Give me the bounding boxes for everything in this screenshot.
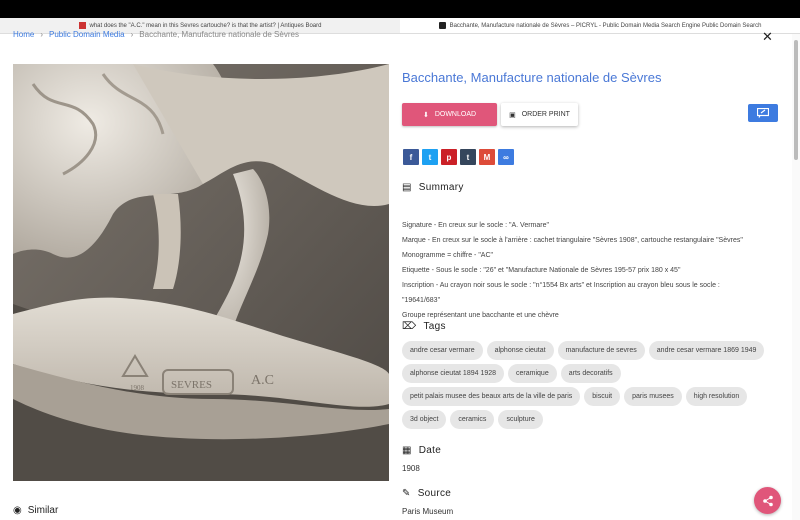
page-title: Bacchante, Manufacture nationale de Sèvr…	[402, 70, 662, 85]
share-buttons: f t p t M ∞	[403, 149, 514, 165]
breadcrumb-category-link[interactable]: Public Domain Media	[49, 30, 125, 39]
breadcrumb-current: Bacchante, Manufacture nationale de Sèvr…	[139, 30, 299, 39]
source-heading: ✎ Source	[402, 488, 451, 499]
ac-monogram-text: A.C	[251, 373, 274, 388]
tag-chip[interactable]: petit palais musee des beaux arts de la …	[402, 387, 581, 406]
tag-list: andre cesar vermare alphonse cieutat man…	[402, 341, 782, 429]
tag-chip[interactable]: ceramics	[450, 410, 495, 429]
tags-heading: ⌦ Tags	[402, 321, 446, 332]
sevres-stamp-year: 1908	[130, 384, 145, 392]
date-heading-text: Date	[418, 445, 442, 456]
picryl-favicon-icon	[438, 22, 446, 29]
order-print-button[interactable]: ▣ ORDER PRINT	[501, 103, 578, 126]
pencil-icon: ✎	[402, 488, 411, 499]
sculpture-image: 1908 SEVRES A.C	[13, 64, 389, 481]
summary-line: Monogramme = chiffre - "AC"	[402, 252, 494, 259]
tag-chip[interactable]: high resolution	[685, 387, 748, 406]
summary-heading: ▤ Summary	[402, 182, 464, 193]
close-icon[interactable]: ✕	[762, 29, 773, 45]
tumblr-share-icon[interactable]: t	[460, 149, 476, 165]
similar-heading-text: Similar	[27, 505, 59, 516]
tag-chip[interactable]: alphonse cieutat 1894 1928	[402, 364, 505, 383]
tag-chip[interactable]: alphonse cieutat	[486, 341, 554, 360]
similar-heading: ◉ Similar	[13, 505, 58, 516]
image-icon: ▣	[509, 111, 516, 119]
summary-line: Inscription - Au crayon noir sous le soc…	[402, 282, 720, 289]
breadcrumb: Home › Public Domain Media › Bacchante, …	[13, 30, 299, 39]
facebook-share-icon[interactable]: f	[403, 149, 419, 165]
twitter-share-icon[interactable]: t	[422, 149, 438, 165]
summary-line: Marque - En creux sur le socle à l'arriè…	[402, 237, 743, 244]
summary-text: Signature - En creux sur le socle : "A. …	[402, 218, 787, 323]
share-fab-button[interactable]	[754, 487, 781, 514]
pinterest-share-icon[interactable]: p	[441, 149, 457, 165]
tag-chip[interactable]: sculpture	[498, 410, 543, 429]
download-button[interactable]: ⬇ DOWNLOAD	[402, 103, 497, 126]
order-print-label: ORDER PRINT	[521, 111, 570, 118]
gmail-share-icon[interactable]: M	[479, 149, 495, 165]
breadcrumb-home-link[interactable]: Home	[13, 30, 34, 39]
summary-line: "19641/683"	[402, 297, 441, 304]
calendar-icon: ▦	[402, 445, 412, 456]
sevres-stamp-text: SEVRES	[171, 379, 212, 391]
tags-heading-text: Tags	[423, 321, 446, 332]
feedback-icon	[757, 108, 769, 118]
eye-icon: ◉	[13, 505, 22, 516]
share-icon	[762, 495, 773, 506]
tag-chip[interactable]: manufacture de sevres	[557, 341, 645, 360]
tab-title: what does the "A.C." mean in this Sevres…	[89, 22, 322, 29]
summary-line: Groupe représentant une bacchante et une…	[402, 312, 559, 319]
source-heading-text: Source	[417, 488, 452, 499]
tag-chip[interactable]: biscuit	[584, 387, 621, 406]
chevron-right-icon: ›	[130, 30, 134, 39]
tag-chip[interactable]: ceramique	[508, 364, 557, 383]
tag-chip[interactable]: arts decoratifs	[560, 364, 621, 383]
copy-link-icon[interactable]: ∞	[498, 149, 514, 165]
tab-title: Bacchante, Manufacture nationale de Sèvr…	[449, 22, 762, 29]
feedback-button[interactable]	[748, 104, 778, 122]
summary-line: Etiquette - Sous le socle : "26" et "Man…	[402, 267, 681, 274]
tag-chip[interactable]: andre cesar vermare 1869 1949	[648, 341, 765, 360]
antiques-board-favicon-icon	[78, 22, 86, 29]
chevron-right-icon: ›	[40, 30, 44, 39]
date-value: 1908	[402, 464, 420, 473]
download-label: DOWNLOAD	[434, 111, 477, 118]
scrollbar-thumb[interactable]	[794, 40, 798, 160]
tag-chip[interactable]: 3d object	[402, 410, 447, 429]
date-heading: ▦ Date	[402, 445, 441, 456]
browser-top-bar	[0, 0, 800, 18]
summary-line: Signature - En creux sur le socle : "A. …	[402, 222, 549, 229]
browser-tab-active[interactable]: Bacchante, Manufacture nationale de Sèvr…	[400, 18, 800, 33]
summary-heading-text: Summary	[418, 182, 464, 193]
tag-chip[interactable]: paris musees	[624, 387, 682, 406]
document-icon: ▤	[402, 182, 412, 193]
source-value: Paris Museum	[402, 507, 454, 516]
tag-chip[interactable]: andre cesar vermare	[402, 341, 483, 360]
label-tag-icon: ⌦	[402, 321, 417, 332]
download-icon: ⬇	[422, 111, 429, 119]
artwork-photo[interactable]: 1908 SEVRES A.C	[13, 64, 389, 481]
